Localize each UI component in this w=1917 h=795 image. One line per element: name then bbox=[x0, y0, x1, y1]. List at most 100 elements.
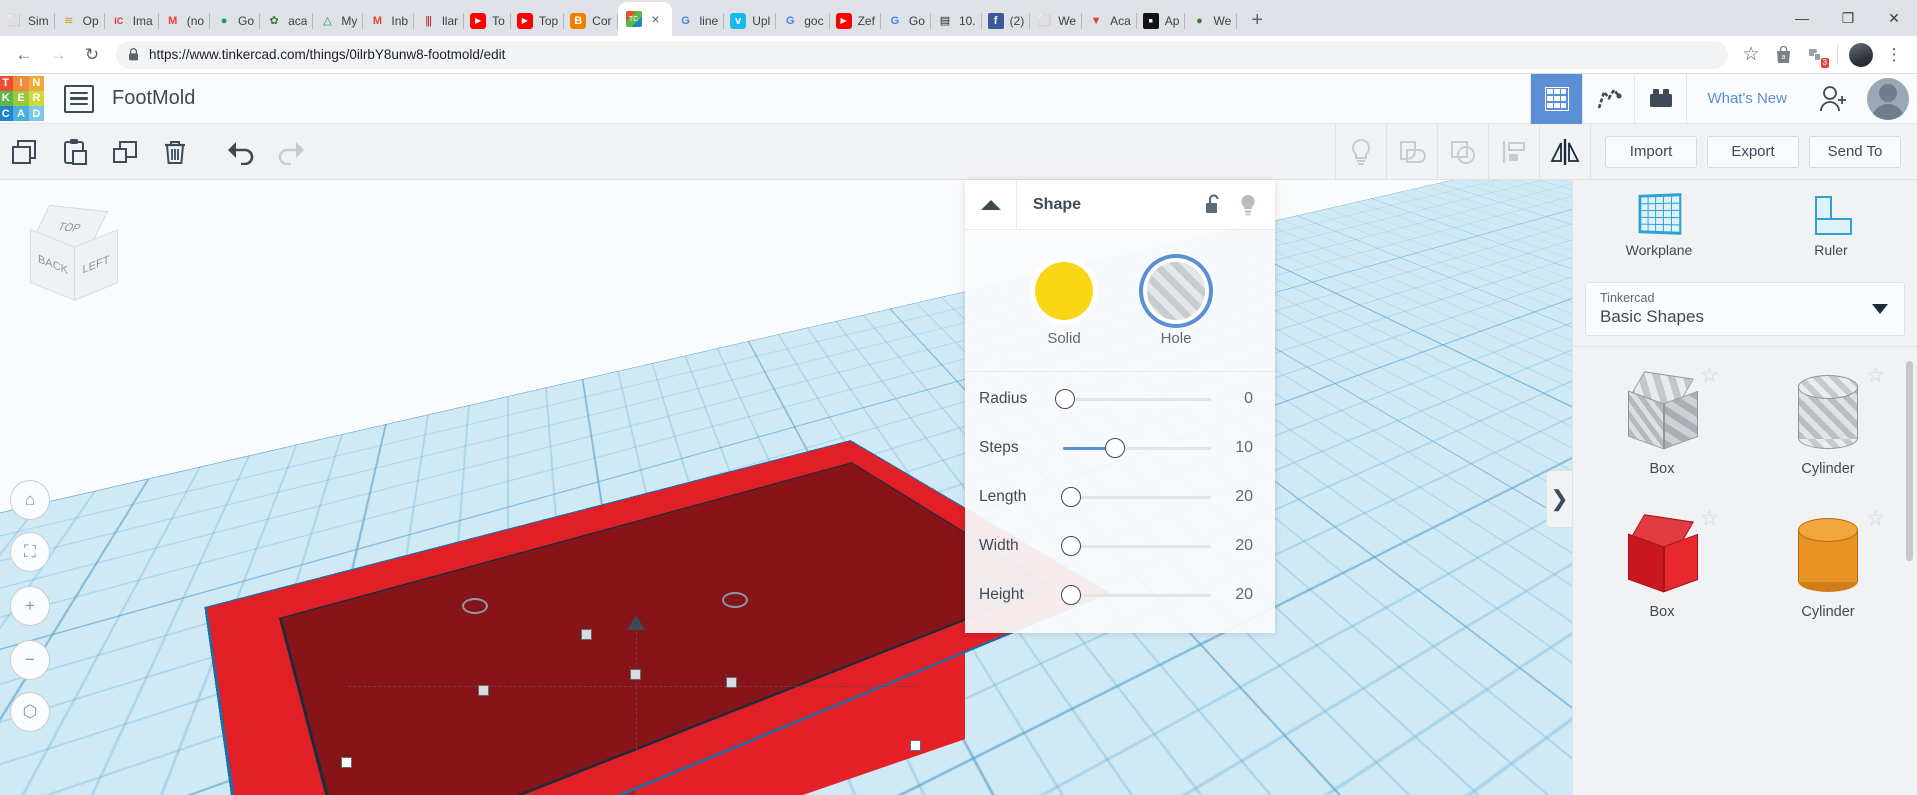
slider-knob[interactable] bbox=[1055, 388, 1075, 409]
align-button[interactable] bbox=[1489, 124, 1539, 180]
shape-library-dropdown[interactable]: Tinkercad Basic Shapes bbox=[1585, 282, 1905, 336]
browser-tab[interactable]: G Go bbox=[881, 6, 931, 36]
slider-knob[interactable] bbox=[1060, 584, 1081, 605]
solid-swatch[interactable]: Solid bbox=[1035, 262, 1093, 347]
view-cube[interactable]: TOP BACK LEFT bbox=[22, 204, 118, 304]
copy-button[interactable] bbox=[0, 124, 50, 180]
home-view[interactable]: ⌂ bbox=[10, 480, 50, 520]
scale-handle[interactable] bbox=[478, 685, 489, 696]
property-value[interactable]: 0 bbox=[1219, 390, 1253, 408]
window-maximize-button[interactable]: ❐ bbox=[1825, 0, 1871, 36]
new-tab-button[interactable]: + bbox=[1243, 6, 1271, 34]
browser-tab[interactable]: ▶ To bbox=[464, 6, 511, 36]
mode-codeblocks-button[interactable] bbox=[1582, 73, 1634, 124]
slider-height[interactable] bbox=[1055, 584, 1211, 605]
hole-swatch[interactable]: Hole bbox=[1147, 262, 1205, 347]
browser-tab[interactable]: Ggoc bbox=[776, 6, 830, 36]
slider-steps[interactable] bbox=[1055, 437, 1211, 458]
scale-handle[interactable] bbox=[630, 669, 641, 680]
browser-tab[interactable]: M (no bbox=[159, 6, 211, 36]
shape-box-hole[interactable]: ☆ Box bbox=[1579, 359, 1745, 502]
solid-color-swatch[interactable] bbox=[1035, 262, 1093, 320]
3d-viewport[interactable]: autodesk TOP BACK LEFT ⌂⛶+−⬡ ❯ bbox=[0, 180, 1572, 795]
address-bar[interactable]: https://www.tinkercad.com/things/0ilrbY8… bbox=[116, 40, 1728, 69]
corner-handle[interactable] bbox=[341, 757, 352, 768]
slider-radius[interactable] bbox=[1055, 388, 1211, 409]
browser-tab[interactable]: △ My bbox=[313, 6, 364, 36]
fit-view[interactable]: ⛶ bbox=[10, 532, 50, 572]
browser-tab[interactable]: ■ Ap bbox=[1137, 6, 1186, 36]
property-value[interactable]: 20 bbox=[1219, 537, 1253, 555]
browser-tab[interactable]: ● We bbox=[1185, 6, 1238, 36]
mode-blocks-button[interactable] bbox=[1634, 73, 1686, 124]
scale-handle[interactable] bbox=[726, 677, 737, 688]
extension-icon[interactable]: 3 bbox=[1800, 40, 1830, 70]
browser-tab[interactable]: ≋ Op bbox=[55, 6, 105, 36]
browser-tab[interactable]: ⬜ Sim bbox=[0, 6, 55, 36]
property-value[interactable]: 10 bbox=[1219, 439, 1253, 457]
browser-tab[interactable]: M Inb bbox=[363, 6, 414, 36]
ortho-perspective[interactable]: ⬡ bbox=[10, 692, 50, 732]
collapse-panel-toggle[interactable]: ❯ bbox=[1546, 470, 1572, 528]
window-minimize-button[interactable]: — bbox=[1779, 0, 1825, 36]
unlock-icon[interactable] bbox=[1204, 193, 1223, 216]
tinkercad-logo[interactable]: TINKERCAD bbox=[0, 75, 44, 122]
slider-knob[interactable] bbox=[1060, 486, 1081, 507]
export-button[interactable]: Export bbox=[1707, 135, 1799, 168]
close-tab-icon[interactable]: × bbox=[648, 11, 664, 27]
corner-handle[interactable] bbox=[910, 740, 921, 751]
list-menu-icon[interactable] bbox=[64, 84, 94, 113]
window-close-button[interactable]: ✕ bbox=[1871, 0, 1917, 36]
paste-button[interactable] bbox=[50, 124, 100, 180]
shopping-bag-icon[interactable]: a bbox=[1768, 40, 1798, 70]
notes-button[interactable] bbox=[1336, 124, 1386, 180]
zoom-out[interactable]: − bbox=[10, 640, 50, 680]
browser-tab[interactable]: f (2) bbox=[982, 6, 1031, 36]
hole-pattern-swatch[interactable] bbox=[1147, 262, 1205, 320]
back-button[interactable]: ← bbox=[8, 39, 40, 71]
selected-object-footmold[interactable] bbox=[204, 440, 1111, 795]
browser-tab-active[interactable]: TC × bbox=[617, 2, 672, 36]
duplicate-button[interactable] bbox=[100, 124, 150, 180]
undo-button[interactable] bbox=[216, 124, 266, 180]
mode-design-button[interactable] bbox=[1530, 73, 1583, 124]
slider-knob[interactable] bbox=[1060, 535, 1081, 556]
browser-tab[interactable]: ✿ aca bbox=[260, 6, 314, 36]
redo-button[interactable] bbox=[266, 124, 316, 180]
browser-tab[interactable]: IC Ima bbox=[105, 6, 159, 36]
property-value[interactable]: 20 bbox=[1219, 586, 1253, 604]
delete-button[interactable] bbox=[150, 124, 200, 180]
scale-handle[interactable] bbox=[581, 629, 592, 640]
browser-tab[interactable]: ⬜ We bbox=[1030, 6, 1082, 36]
height-arrow-handle[interactable] bbox=[627, 615, 645, 630]
workplane-tool[interactable]: Workplane bbox=[1573, 180, 1745, 272]
reload-button[interactable]: ↻ bbox=[76, 39, 108, 71]
browser-tab[interactable]: B Cor bbox=[564, 6, 618, 36]
slider-knob[interactable] bbox=[1105, 437, 1126, 458]
shape-box-solid[interactable]: ☆ Box bbox=[1579, 502, 1745, 645]
browser-menu-icon[interactable]: ⋮ bbox=[1879, 40, 1909, 70]
ruler-tool[interactable]: Ruler bbox=[1745, 180, 1917, 272]
group-button[interactable] bbox=[1387, 124, 1437, 180]
slider-width[interactable] bbox=[1055, 535, 1211, 556]
browser-tab[interactable]: ▶ Zef bbox=[830, 6, 881, 36]
browser-tab[interactable]: ▤ 10. bbox=[931, 6, 982, 36]
user-avatar[interactable] bbox=[1867, 77, 1909, 120]
rotate-handle[interactable] bbox=[462, 598, 488, 614]
slider-length[interactable] bbox=[1055, 486, 1211, 507]
zoom-in[interactable]: + bbox=[10, 586, 50, 626]
mirror-button[interactable] bbox=[1540, 124, 1590, 180]
inspector-collapse-button[interactable] bbox=[965, 179, 1017, 230]
browser-tab[interactable]: ▶ Top bbox=[511, 6, 565, 36]
browser-profile-avatar[interactable] bbox=[1849, 42, 1873, 67]
import-button[interactable]: Import bbox=[1605, 135, 1697, 168]
shape-cylinder-hole[interactable]: ☆ Cylinder bbox=[1745, 359, 1911, 502]
browser-tab[interactable]: ▼ Aca bbox=[1082, 6, 1137, 36]
ungroup-button[interactable] bbox=[1438, 124, 1488, 180]
property-value[interactable]: 20 bbox=[1219, 488, 1253, 506]
browser-tab[interactable]: Gline bbox=[672, 6, 725, 36]
browser-tab[interactable]: ||| llar bbox=[414, 6, 465, 36]
lightbulb-icon[interactable] bbox=[1239, 194, 1257, 216]
sidebar-scrollbar[interactable] bbox=[1906, 361, 1913, 561]
browser-tab[interactable]: v Upl bbox=[724, 6, 777, 36]
